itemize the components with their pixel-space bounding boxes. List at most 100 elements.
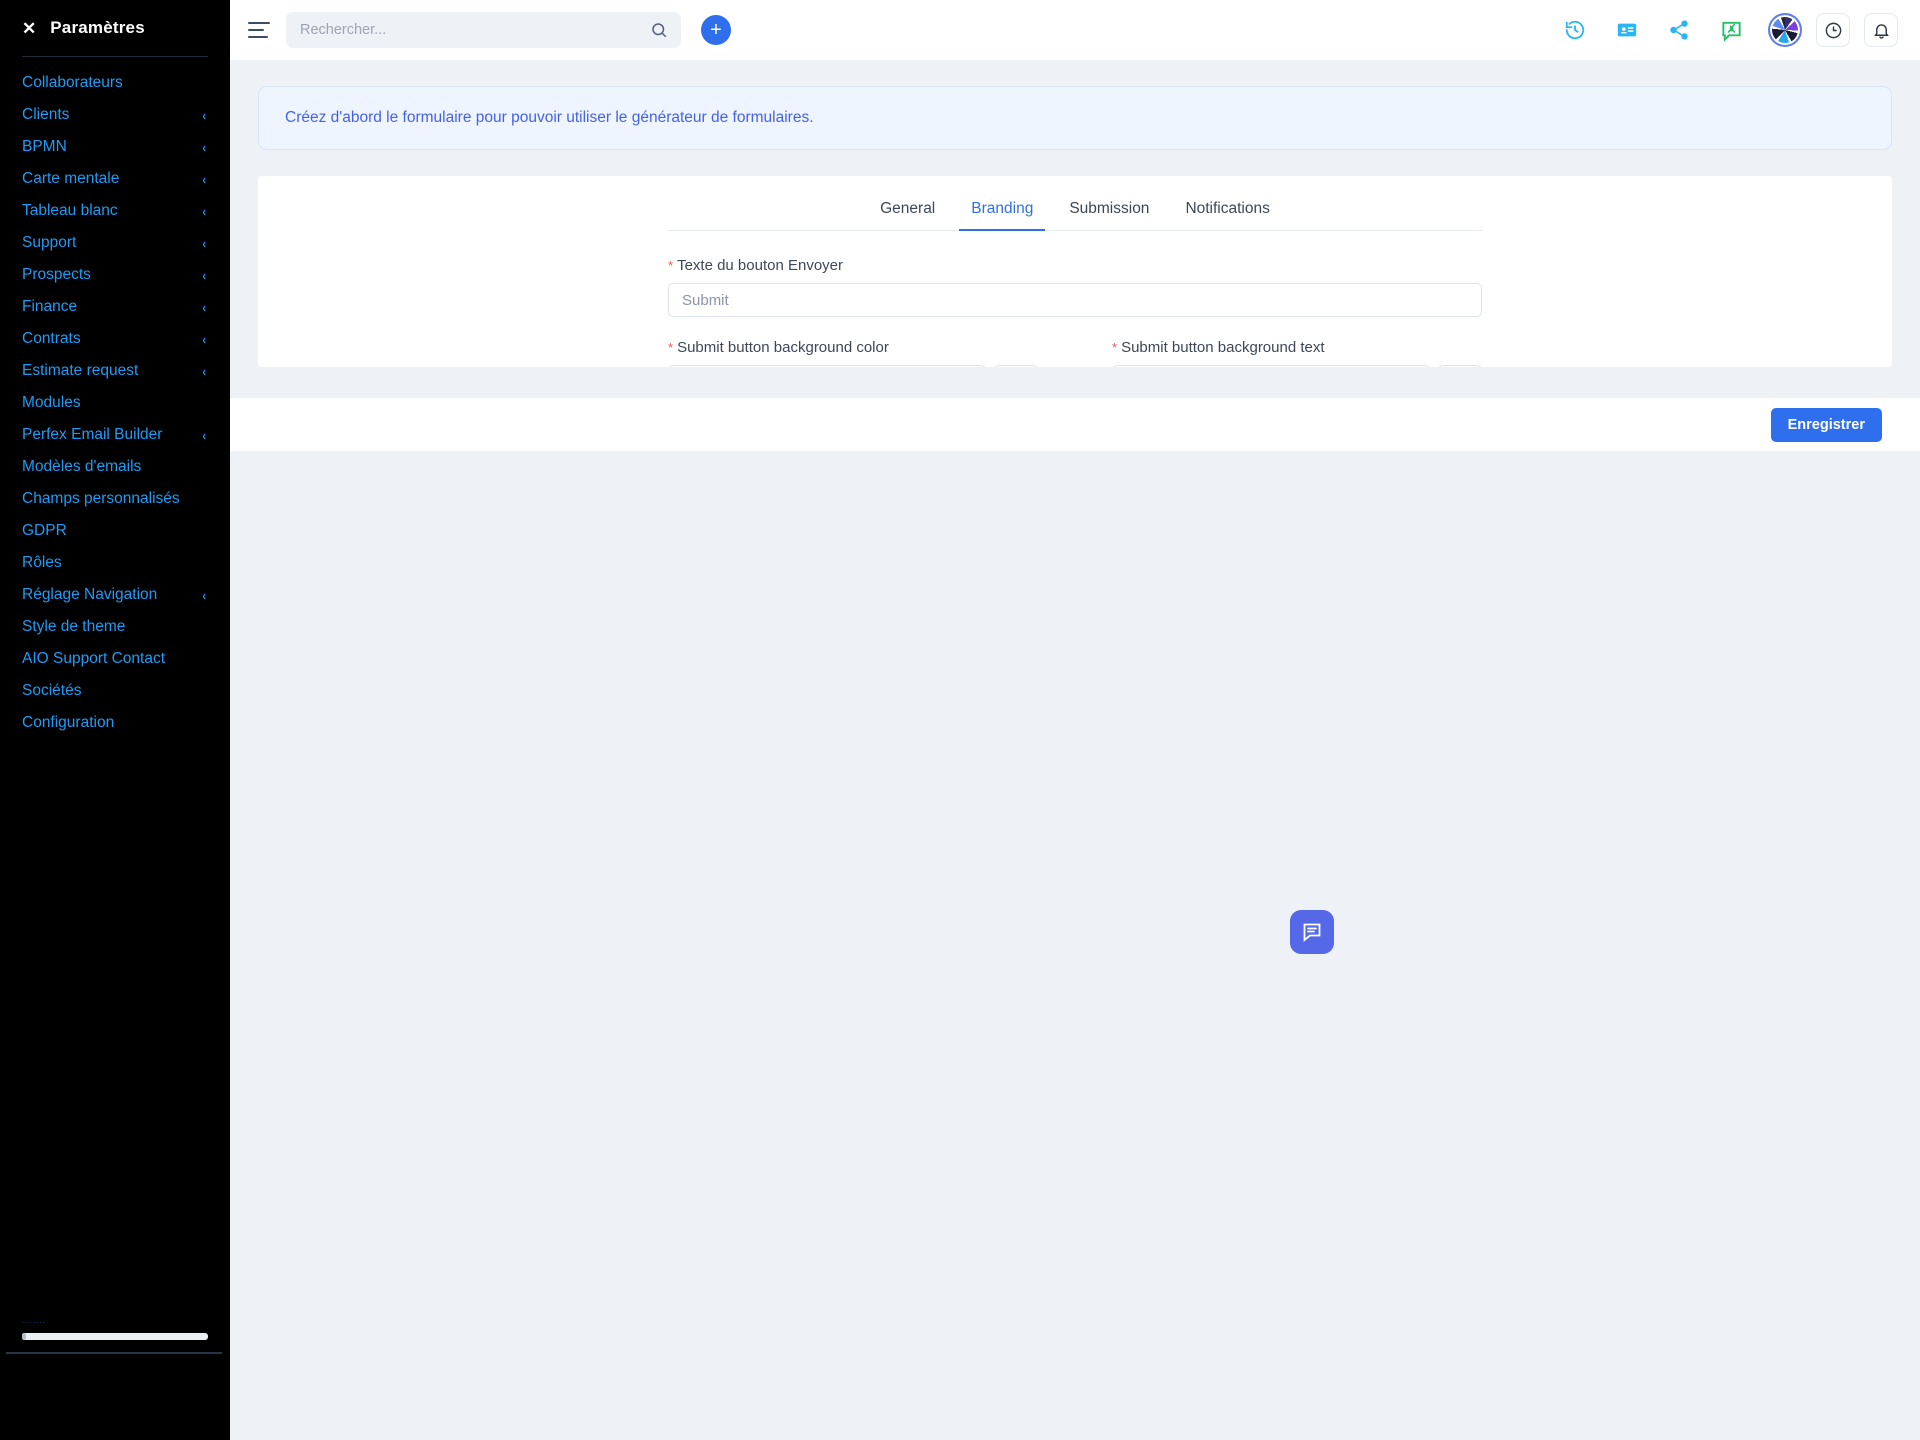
submit-bg-text-swatch[interactable] (1438, 365, 1482, 367)
tab-notifications[interactable]: Notifications (1167, 200, 1287, 230)
field-label-text: Submit button background color (677, 339, 889, 356)
sidebar-item-label: Prospects (22, 266, 91, 283)
sidebar-item-label: GDPR (22, 522, 67, 539)
history-icon[interactable] (1560, 15, 1590, 45)
required-asterisk: * (668, 258, 674, 273)
sidebar-item-label: Carte mentale (22, 170, 120, 187)
sidebar-item-label: Sociétés (22, 682, 82, 699)
storage-progress-bar (22, 1333, 208, 1340)
sidebar-item-r-les[interactable]: Rôles (0, 547, 230, 579)
sidebar-item-soci-t-s[interactable]: Sociétés (0, 675, 230, 707)
sidebar-item-mod-les-d-emails[interactable]: Modèles d'emails (0, 451, 230, 483)
sidebar-header: ✕ Paramètres (0, 0, 230, 56)
bell-icon[interactable] (1864, 13, 1898, 47)
submit-bg-text-controls (1112, 365, 1482, 367)
main-content: Créez d'abord le formulaire pour pouvoir… (230, 60, 1920, 1440)
sidebar-item-clients[interactable]: Clients ‹ (0, 99, 230, 131)
save-button[interactable]: Enregistrer (1770, 407, 1882, 442)
contact-card-icon[interactable] (1612, 15, 1642, 45)
color-fields-row: * Submit button background color * Submi… (668, 339, 1482, 367)
submit-bg-color-swatch[interactable] (994, 365, 1038, 367)
sidebar-item-collaborateurs[interactable]: Collaborateurs (0, 67, 230, 99)
sidebar-item-label: Modules (22, 394, 81, 411)
chevron-left-icon[interactable]: ‹ (202, 300, 206, 315)
sidebar-item-label: Configuration (22, 714, 115, 731)
sidebar-item-label: Rôles (22, 554, 62, 571)
sidebar-item-label: Collaborateurs (22, 74, 123, 91)
sidebar-item-label: Style de theme (22, 618, 126, 635)
search-input[interactable] (300, 22, 640, 38)
sidebar-divider (22, 56, 208, 57)
chevron-left-icon[interactable]: ‹ (202, 140, 206, 155)
chevron-left-icon[interactable]: ‹ (202, 236, 206, 251)
sidebar-item-modules[interactable]: Modules (0, 387, 230, 419)
chat-bubble-icon[interactable] (1290, 910, 1334, 954)
field-label-text: Submit button background text (1121, 339, 1325, 356)
share-icon[interactable] (1664, 15, 1694, 45)
submit-bg-text-group: * Submit button background text (1112, 339, 1482, 367)
required-asterisk: * (1112, 340, 1118, 355)
hamburger-icon[interactable] (248, 22, 270, 38)
sidebar-item-label: Champs personnalisés (22, 490, 180, 507)
sidebar-bottom-divider (6, 1352, 222, 1354)
sidebar-title: Paramètres (50, 18, 145, 37)
submit-bg-color-label: * Submit button background color (668, 339, 1038, 356)
chevron-left-icon[interactable]: ‹ (202, 332, 206, 347)
submit-button-text-input[interactable] (668, 283, 1482, 317)
sidebar-item-label: AIO Support Contact (22, 650, 166, 667)
storage-progress-fill (22, 1333, 26, 1340)
sidebar-item-style-de-theme[interactable]: Style de theme (0, 611, 230, 643)
sidebar-item-estimate-request[interactable]: Estimate request ‹ (0, 355, 230, 387)
chat-approval-icon[interactable] (1716, 15, 1746, 45)
tab-general[interactable]: General (862, 200, 953, 230)
sidebar-item-configuration[interactable]: Configuration (0, 707, 230, 739)
sidebar-item-support[interactable]: Support ‹ (0, 227, 230, 259)
chevron-left-icon[interactable]: ‹ (202, 268, 206, 283)
submit-bg-color-input[interactable] (668, 365, 986, 367)
sidebar-item-r-glage-navigation[interactable]: Réglage Navigation ‹ (0, 579, 230, 611)
sidebar-item-label: Perfex Email Builder (22, 426, 163, 443)
sidebar-item-label: Finance (22, 298, 78, 315)
chevron-left-icon[interactable]: ‹ (202, 172, 206, 187)
search-icon[interactable] (650, 21, 668, 39)
sidebar-item-label: BPMN (22, 138, 67, 155)
sidebar-item-contrats[interactable]: Contrats ‹ (0, 323, 230, 355)
avatar[interactable] (1768, 13, 1802, 47)
sidebar-nav-list: Collaborateurs Clients ‹ BPMN ‹ Carte mentale… (0, 67, 230, 739)
sidebar-item-carte-mentale[interactable]: Carte mentale ‹ (0, 163, 230, 195)
sidebar-item-label: Contrats (22, 330, 81, 347)
sidebar-item-bpmn[interactable]: BPMN ‹ (0, 131, 230, 163)
branding-form: * Texte du bouton Envoyer * Submit butto… (258, 231, 1892, 367)
settings-tabs: General Branding Submission Notifications (668, 176, 1482, 231)
sidebar-item-tableau-blanc[interactable]: Tableau blanc ‹ (0, 195, 230, 227)
sidebar-item-perfex-email-builder[interactable]: Perfex Email Builder ‹ (0, 419, 230, 451)
sidebar-item-aio-support-contact[interactable]: AIO Support Contact (0, 643, 230, 675)
top-navigation-bar: + (230, 0, 1920, 60)
sidebar-item-label: Support (22, 234, 77, 251)
info-banner: Créez d'abord le formulaire pour pouvoir… (258, 86, 1892, 150)
sidebar-item-label: Clients (22, 106, 70, 123)
submit-bg-text-label: * Submit button background text (1112, 339, 1482, 356)
search-box[interactable] (286, 12, 681, 48)
tab-branding[interactable]: Branding (953, 200, 1051, 231)
field-label-text: Texte du bouton Envoyer (677, 257, 844, 274)
chevron-left-icon[interactable]: ‹ (202, 364, 206, 379)
sidebar-item-gdpr[interactable]: GDPR (0, 515, 230, 547)
submit-bg-text-input[interactable] (1112, 365, 1430, 367)
sidebar-item-finance[interactable]: Finance ‹ (0, 291, 230, 323)
chevron-left-icon[interactable]: ‹ (202, 108, 206, 123)
chevron-left-icon[interactable]: ‹ (202, 204, 206, 219)
tab-submission[interactable]: Submission (1051, 200, 1167, 230)
sidebar-item-champs-personnalis-s[interactable]: Champs personnalisés (0, 483, 230, 515)
sidebar-footer: ........ (0, 1318, 230, 1440)
settings-sidebar: ✕ Paramètres Collaborateurs Clients ‹ BPMN ‹… (0, 0, 230, 1440)
sidebar-item-label: Estimate request (22, 362, 139, 379)
chevron-left-icon[interactable]: ‹ (202, 428, 206, 443)
add-new-button[interactable]: + (701, 15, 731, 45)
clock-icon[interactable] (1816, 13, 1850, 47)
submit-button-text-label: * Texte du bouton Envoyer (668, 257, 1482, 274)
close-icon[interactable]: ✕ (22, 20, 36, 37)
chevron-left-icon[interactable]: ‹ (202, 588, 206, 603)
sidebar-item-label: Modèles d'emails (22, 458, 142, 475)
sidebar-item-prospects[interactable]: Prospects ‹ (0, 259, 230, 291)
